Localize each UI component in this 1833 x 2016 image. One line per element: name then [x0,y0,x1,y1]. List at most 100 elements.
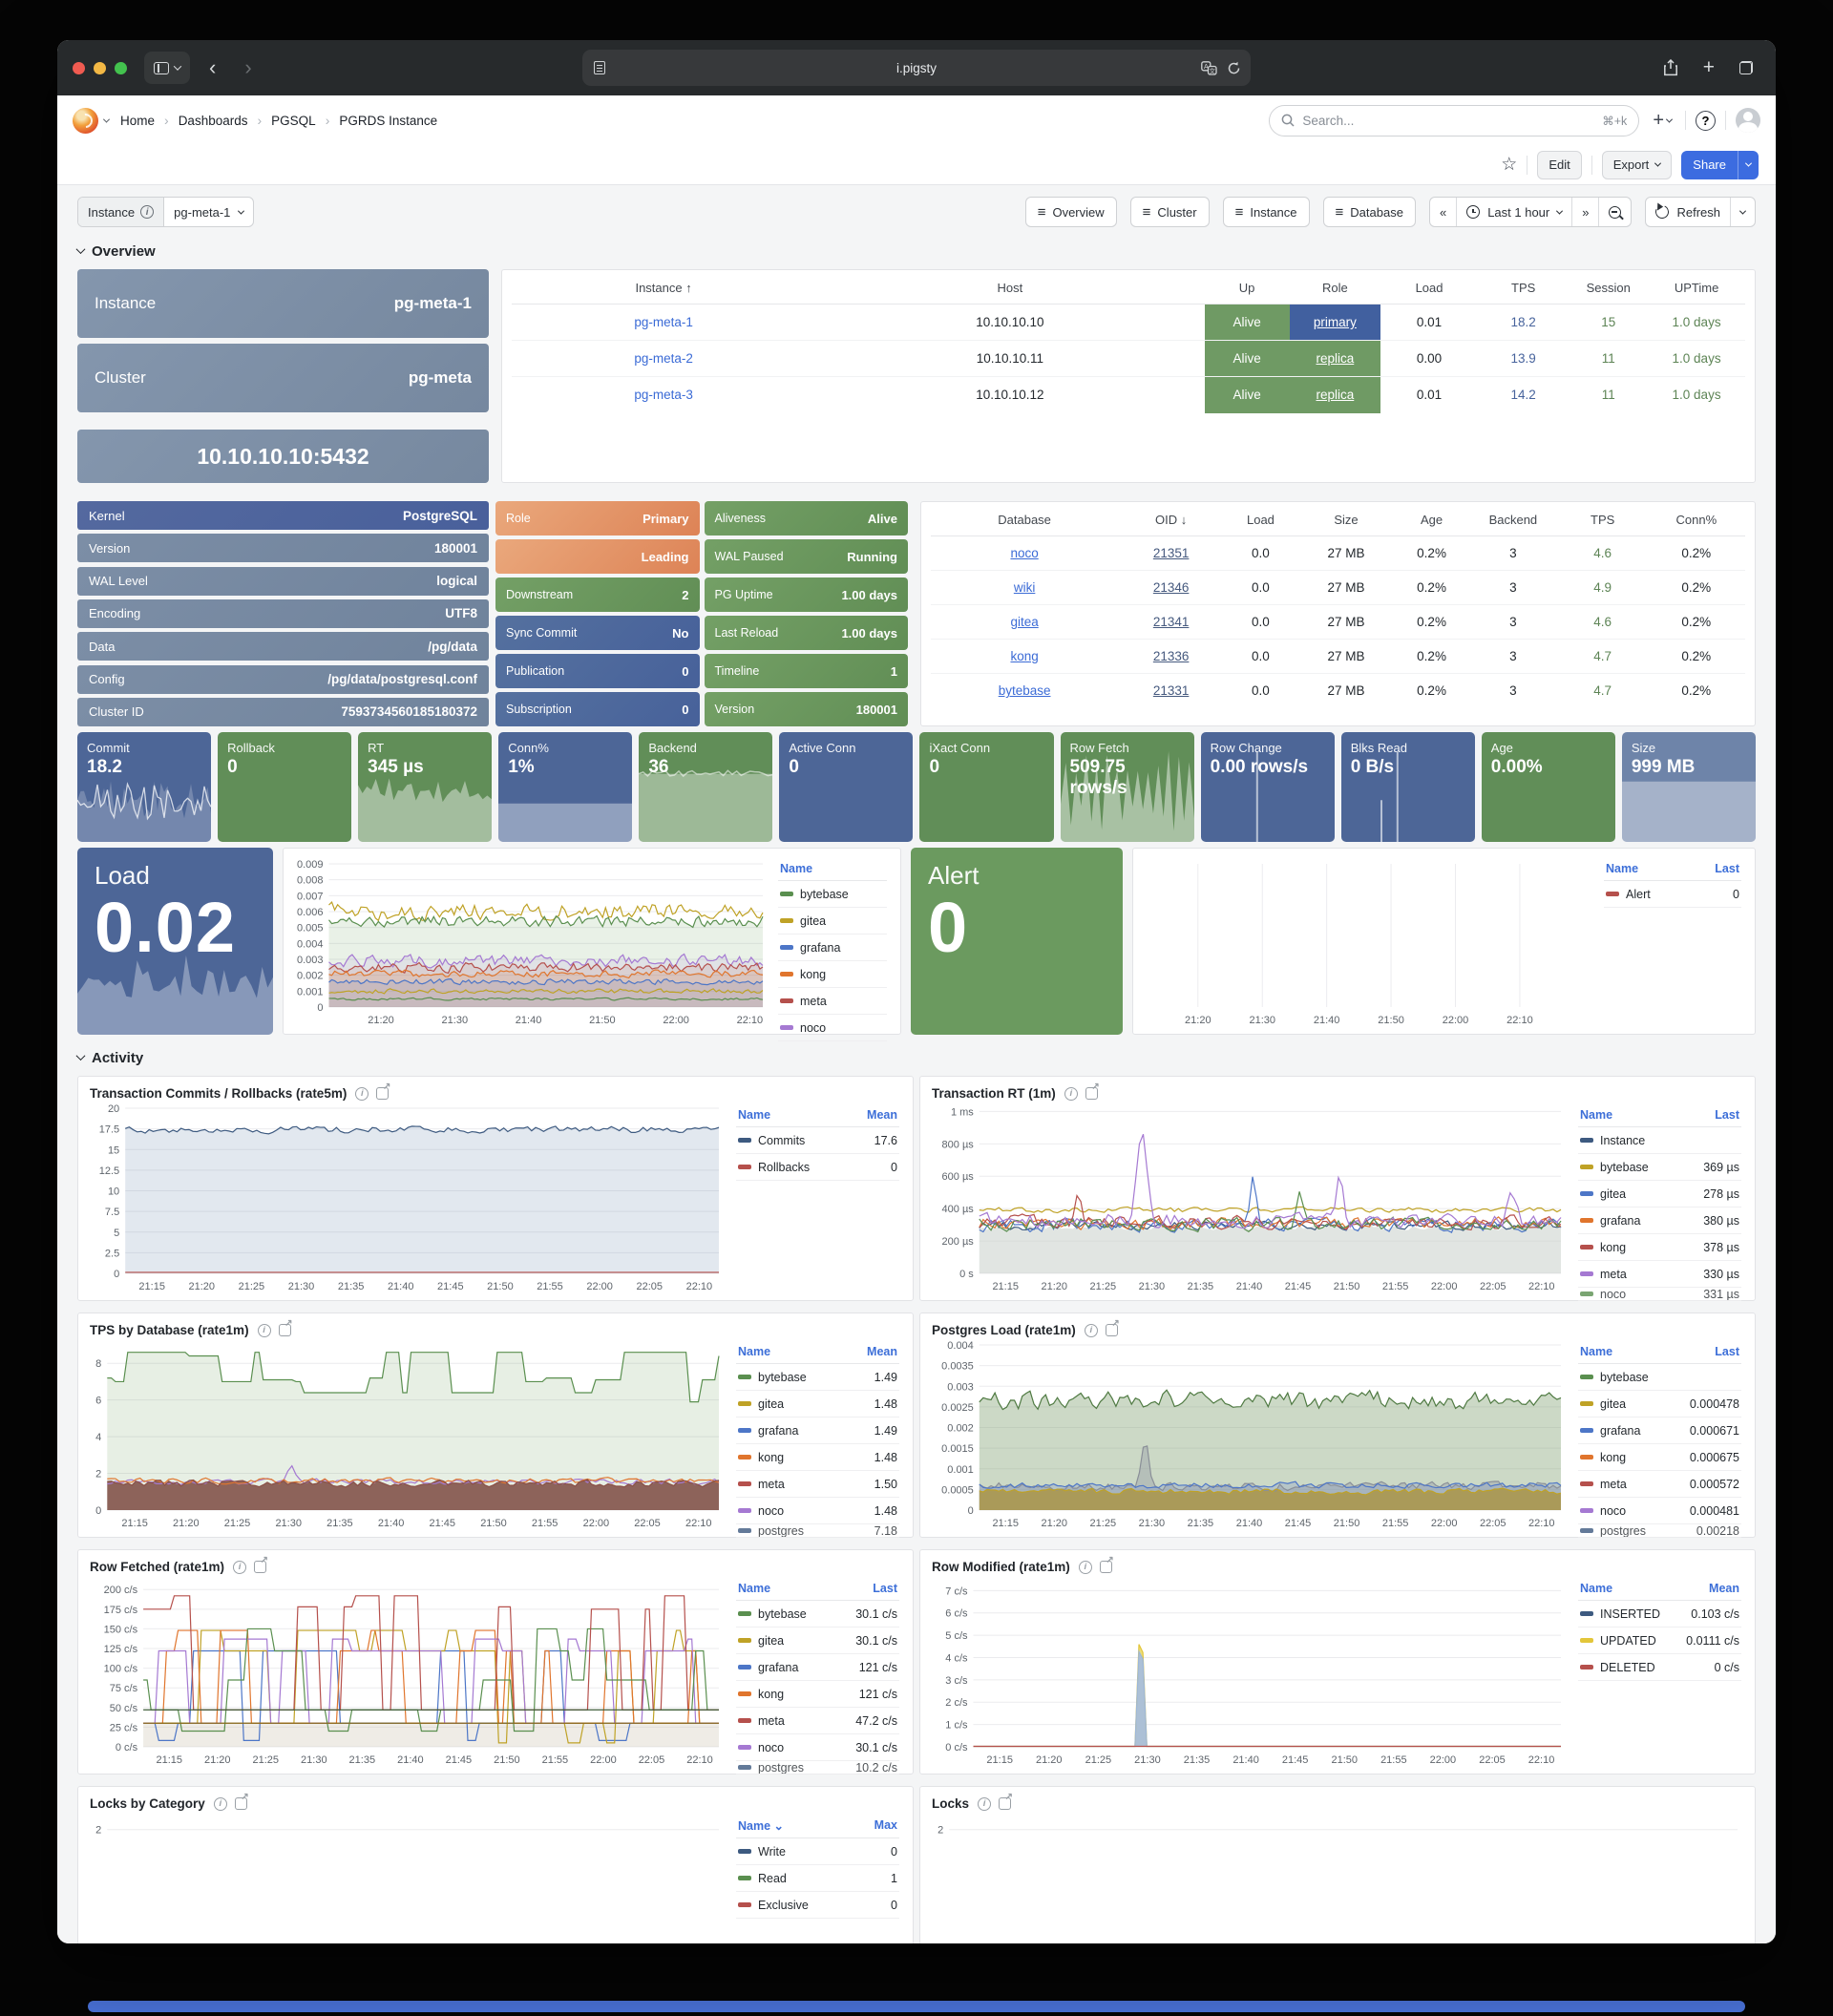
add-new-button[interactable]: + [1649,110,1675,132]
legend-item[interactable]: gitea278 µs [1578,1181,1741,1208]
legend-header[interactable]: NameLast [736,1580,899,1601]
legend-item[interactable]: grafana380 µs [1578,1208,1741,1234]
stat-tile-row-fetch[interactable]: Row Fetch509.75 rows/s [1061,732,1194,842]
column-header[interactable]: Age [1395,504,1468,536]
status-tile[interactable]: Publication0 [495,654,700,688]
search-input[interactable]: Search... ⌘+k [1269,105,1639,136]
legend-item[interactable]: meta [778,988,887,1015]
column-header[interactable]: OID ↓ [1118,504,1224,536]
org-switcher-chevron-icon[interactable] [103,116,110,122]
column-header[interactable]: UPTime [1648,272,1745,304]
status-tile[interactable]: AlivenessAlive [705,501,909,536]
legend-header[interactable]: NameMean [736,1106,899,1127]
legend-item[interactable]: bytebase [1578,1364,1741,1391]
chart-plot[interactable]: 0246821:1521:2021:2521:3021:3521:4021:45… [90,1337,725,1533]
time-range-button[interactable]: Last 1 hour [1457,198,1572,226]
stat-tile-ixact-conn[interactable]: iXact Conn0 [919,732,1053,842]
section-overview[interactable]: Overview [77,243,1756,260]
chart-plot[interactable]: 00.00050.0010.00150.0020.00250.0030.0035… [932,1337,1567,1533]
chart-plot[interactable]: 0 c/s1 c/s2 c/s3 c/s4 c/s5 c/s6 c/s7 c/s… [932,1574,1567,1770]
panel-title[interactable]: Locks by Category [90,1796,205,1811]
column-header[interactable]: Session [1569,272,1648,304]
external-link-icon[interactable] [376,1087,389,1100]
legend-item[interactable]: kong378 µs [1578,1234,1741,1261]
legend-item[interactable]: bytebase [778,881,887,908]
info-icon[interactable]: i [258,1324,271,1337]
share-split-button[interactable]: Share [1681,151,1759,179]
legend-item[interactable]: grafana [778,934,887,961]
legend-item[interactable]: bytebase1.49 [736,1364,899,1391]
legend-item[interactable]: gitea1.48 [736,1391,899,1418]
share-menu-chevron[interactable] [1738,151,1759,179]
legend-item[interactable]: grafana0.000671 [1578,1418,1741,1444]
chart-plot[interactable]: 0 s200 µs400 µs600 µs800 µs1 ms21:1521:2… [932,1101,1567,1296]
stat-tile-active-conn[interactable]: Active Conn0 [779,732,913,842]
panel-title[interactable]: TPS by Database (rate1m) [90,1323,249,1337]
legend-item[interactable]: gitea0.000478 [1578,1391,1741,1418]
legend-item[interactable]: meta47.2 c/s [736,1708,899,1734]
chart-plot[interactable]: 12 [90,1811,725,1943]
share-dashboard-button[interactable]: Share [1681,151,1738,179]
external-link-icon[interactable] [254,1561,266,1573]
legend-item[interactable]: gitea30.1 c/s [736,1628,899,1654]
legend-header[interactable]: NameLast [1578,1106,1741,1127]
legend-item[interactable]: postgres10.2 c/s [736,1761,899,1774]
nav-link-database[interactable]: ≡Database [1323,197,1416,227]
column-header[interactable]: Role [1290,272,1380,304]
legend-item[interactable]: kong121 c/s [736,1681,899,1708]
status-tile[interactable]: Sync CommitNo [495,616,700,650]
instance-stat-panel[interactable]: Instance pg-meta-1 [77,269,489,338]
load-stat-panel[interactable]: Load 0.02 [77,848,273,1035]
tab-overview-button[interactable] [1730,52,1762,84]
info-icon[interactable]: i [355,1087,369,1101]
time-zoom-out-button[interactable] [1599,198,1631,226]
column-header[interactable]: Size [1297,504,1395,536]
legend-item[interactable]: Exclusive0 [736,1892,899,1919]
stat-tile-size[interactable]: Size999 MB [1622,732,1756,842]
star-icon[interactable]: ☆ [1501,154,1517,176]
breadcrumb-home[interactable]: Home [120,114,155,128]
legend-item[interactable]: Write0 [736,1838,899,1865]
forward-button[interactable]: › [235,52,261,84]
legend-header[interactable]: NameMean [1578,1580,1741,1601]
legend-item[interactable]: Read1 [736,1865,899,1892]
column-header[interactable]: TPS [1558,504,1648,536]
column-header[interactable]: Database [931,504,1118,536]
external-link-icon[interactable] [1100,1561,1112,1573]
info-icon[interactable]: i [214,1797,227,1811]
stat-tile-blks-read[interactable]: Blks Read0 B/s [1341,732,1475,842]
sidebar-toggle-button[interactable] [144,52,190,84]
new-tab-button[interactable]: + [1694,52,1724,84]
panel-title[interactable]: Row Modified (rate1m) [932,1560,1070,1574]
external-link-icon[interactable] [1106,1324,1118,1336]
legend-item[interactable]: Commits17.6 [736,1127,899,1154]
chart-plot[interactable]: 12 [932,1811,1743,1943]
panel-title[interactable]: Transaction Commits / Rollbacks (rate5m) [90,1086,347,1101]
legend-item[interactable]: kong [778,961,887,988]
legend-item[interactable]: postgres7.18 [736,1524,899,1538]
back-button[interactable]: ‹ [200,52,225,84]
legend-item[interactable]: gitea [778,908,887,934]
legend-header[interactable]: Name [778,860,887,881]
legend-item[interactable]: Rollbacks0 [736,1154,899,1181]
instance-variable-select[interactable]: Instancei pg-meta-1 [77,197,254,227]
info-icon[interactable]: i [233,1561,246,1574]
help-icon[interactable]: ? [1696,111,1716,131]
column-header[interactable]: Up [1205,272,1290,304]
address-stat-panel[interactable]: 10.10.10.10:5432 [77,430,489,483]
column-header[interactable]: Backend [1468,504,1558,536]
legend-item[interactable]: INSERTED0.103 c/s [1578,1601,1741,1628]
user-avatar[interactable] [1736,108,1760,133]
legend-item[interactable]: bytebase369 µs [1578,1154,1741,1181]
legend-item[interactable]: kong0.000675 [1578,1444,1741,1471]
legend-item[interactable]: UPDATED0.0111 c/s [1578,1628,1741,1654]
breadcrumb-dashboards[interactable]: Dashboards [179,114,248,128]
status-tile[interactable]: Downstream2 [495,578,700,612]
info-icon[interactable]: i [1079,1561,1092,1574]
stat-tile-row-change[interactable]: Row Change0.00 rows/s [1201,732,1335,842]
column-header[interactable]: Load [1380,272,1478,304]
external-link-icon[interactable] [235,1797,247,1810]
chart-plot[interactable]: 0 c/s25 c/s50 c/s75 c/s100 c/s125 c/s150… [90,1574,725,1770]
nav-link-cluster[interactable]: ≡Cluster [1130,197,1210,227]
legend-item[interactable]: DELETED0 c/s [1578,1654,1741,1681]
